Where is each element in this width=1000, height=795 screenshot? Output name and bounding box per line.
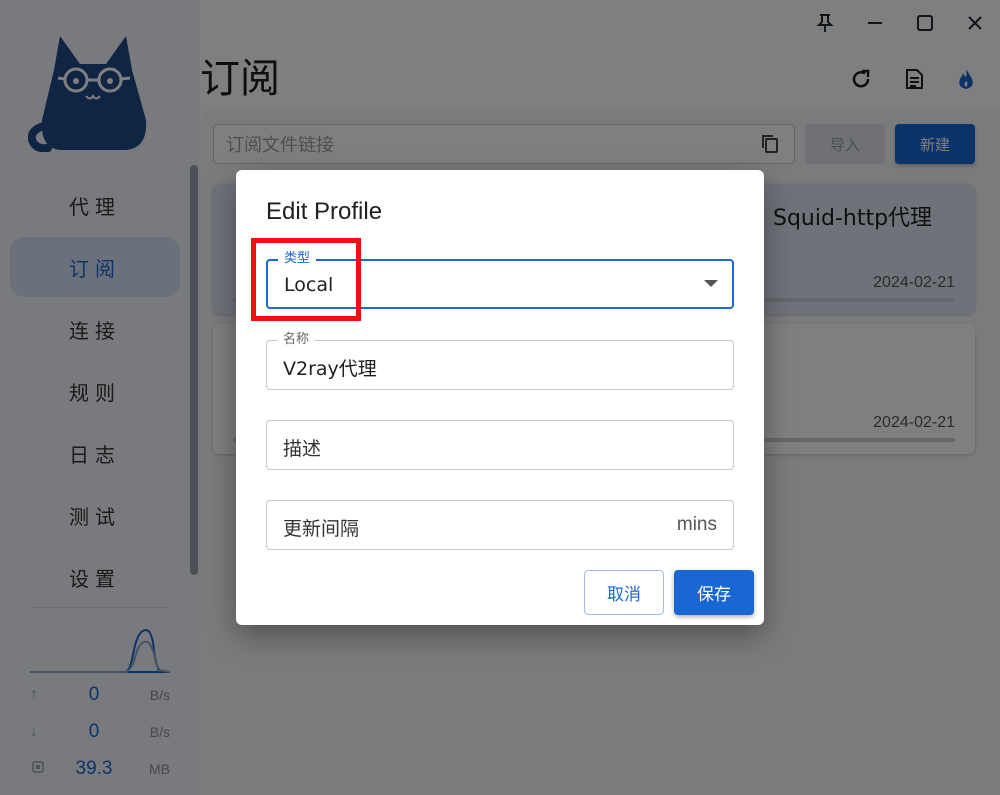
name-value: V2ray代理 (283, 358, 377, 380)
annotation-highlight-box (251, 238, 361, 321)
caret-down-icon[interactable] (704, 280, 718, 287)
name-field[interactable]: 名称 V2ray代理 (266, 332, 734, 390)
name-label: 名称 (277, 332, 316, 348)
update-interval-placeholder: 更新间隔 (283, 518, 360, 540)
description-placeholder: 描述 (283, 438, 322, 460)
description-field[interactable]: 描述 (266, 420, 734, 470)
cancel-button[interactable]: 取消 (584, 570, 664, 615)
update-interval-unit: mins (676, 514, 717, 535)
update-interval-field[interactable]: 更新间隔 mins (266, 500, 734, 550)
dialog-title: Edit Profile (266, 198, 383, 225)
save-button[interactable]: 保存 (674, 570, 754, 615)
